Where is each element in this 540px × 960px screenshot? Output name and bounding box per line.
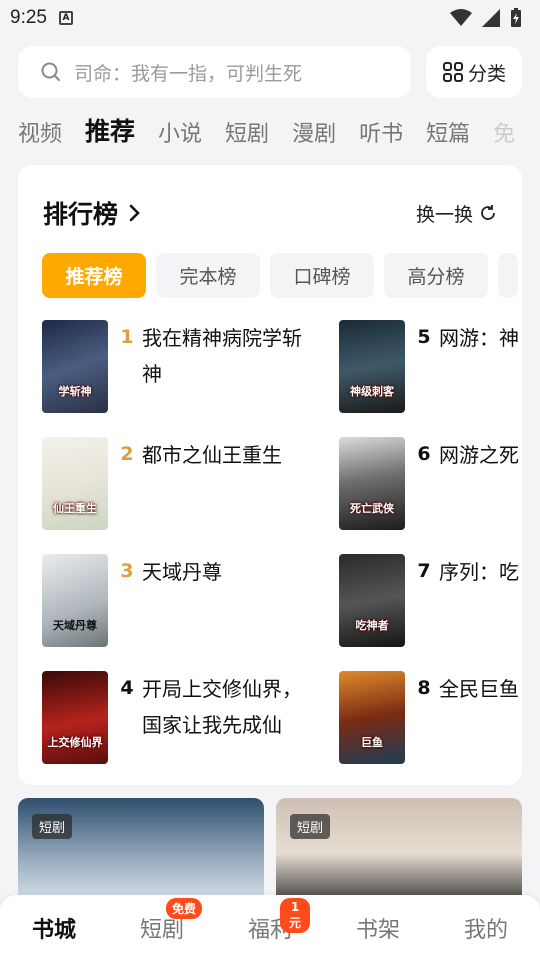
book-title: 序列：吃 xyxy=(439,560,519,584)
book-cover: 学斩神 xyxy=(42,320,108,413)
book-item[interactable]: 神级刺客 5 网游：神 xyxy=(339,320,522,413)
cover-text: 天域丹尊 xyxy=(53,619,97,632)
tab-free[interactable]: 免 xyxy=(493,116,515,154)
chip-high-score[interactable]: 高分榜 xyxy=(384,253,488,298)
book-title: 网游之死 xyxy=(439,443,519,467)
rank-number: 8 xyxy=(417,677,431,699)
notification-icon: A xyxy=(58,11,73,25)
refresh-button[interactable]: 换一换 xyxy=(416,200,497,227)
book-item[interactable]: 仙王重生 2 都市之仙王重生 xyxy=(42,437,342,530)
price-badge: 1元 xyxy=(280,897,310,933)
cover-text: 吃神者 xyxy=(355,619,389,632)
chip-more[interactable] xyxy=(498,253,518,298)
tab-novel[interactable]: 小说 xyxy=(158,116,202,154)
category-button[interactable]: 分类 xyxy=(426,46,522,98)
cover-text: 巨鱼 xyxy=(361,736,383,749)
book-item[interactable]: 死亡武侠 6 网游之死 xyxy=(339,437,522,530)
status-bar: 9:25 A xyxy=(0,0,540,36)
status-time: 9:25 xyxy=(10,7,47,28)
ranking-header: 排行榜 换一换 xyxy=(43,195,497,231)
book-cover: 吃神者 xyxy=(339,554,405,647)
cover-text: 学斩神 xyxy=(58,385,92,398)
chevron-right-icon[interactable] xyxy=(128,203,142,223)
promo-card[interactable]: 短剧 xyxy=(276,798,522,908)
cover-text: 神级刺客 xyxy=(350,385,394,398)
book-item[interactable]: 天域丹尊 3 天域丹尊 xyxy=(42,554,342,647)
nav-bookstore[interactable]: 书城 xyxy=(14,912,94,944)
nav-label: 书城 xyxy=(31,917,76,943)
chip-completed[interactable]: 完本榜 xyxy=(156,253,260,298)
search-icon xyxy=(41,62,60,81)
search-input[interactable]: 司命：我有一指，可判生死 xyxy=(18,46,411,98)
book-title: 全民巨鱼 xyxy=(439,677,519,701)
free-badge: 免费 xyxy=(166,897,202,919)
rank-number: 6 xyxy=(417,443,431,465)
book-title: 开局上交修仙界，国家让我先成仙 xyxy=(142,677,302,737)
channel-tabs: 视频 推荐 小说 短剧 漫剧 听书 短篇 免 xyxy=(18,110,540,154)
battery-icon xyxy=(511,8,521,27)
category-label: 分类 xyxy=(467,62,506,85)
book-title: 都市之仙王重生 xyxy=(142,443,282,467)
book-item[interactable]: 吃神者 7 序列：吃 xyxy=(339,554,522,647)
book-cover: 仙王重生 xyxy=(42,437,108,530)
wifi-icon xyxy=(450,9,472,26)
cover-text: 死亡武侠 xyxy=(350,502,394,515)
search-row: 司命：我有一指，可判生死 分类 xyxy=(18,46,522,98)
grid-icon xyxy=(442,62,463,82)
tab-audiobook[interactable]: 听书 xyxy=(359,116,403,154)
tab-short-story[interactable]: 短篇 xyxy=(426,116,470,154)
book-cover: 上交修仙界 xyxy=(42,671,108,764)
nav-profile[interactable]: 我的 xyxy=(446,912,526,944)
tab-recommend[interactable]: 推荐 xyxy=(85,112,135,154)
book-item[interactable]: 学斩神 1 我在精神病院学斩神 xyxy=(42,320,342,413)
cover-text: 上交修仙界 xyxy=(47,736,103,749)
signal-icon xyxy=(482,9,500,27)
promo-card[interactable]: 短剧 xyxy=(18,798,264,908)
book-title: 天域丹尊 xyxy=(142,560,222,584)
book-cover: 巨鱼 xyxy=(339,671,405,764)
tab-short-drama[interactable]: 短剧 xyxy=(225,116,269,154)
chip-reputation[interactable]: 口碑榜 xyxy=(270,253,374,298)
book-item[interactable]: 上交修仙界 4 开局上交修仙界，国家让我先成仙 xyxy=(42,671,342,764)
book-title: 我在精神病院学斩神 xyxy=(142,326,302,386)
cover-text: 仙王重生 xyxy=(53,502,97,515)
nav-short-drama[interactable]: 短剧 免费 xyxy=(122,897,202,944)
rank-number: 2 xyxy=(120,443,134,465)
bottom-nav: 书城 短剧 免费 福利 1元 书架 我的 xyxy=(0,895,540,960)
book-cover: 天域丹尊 xyxy=(42,554,108,647)
book-cover: 死亡武侠 xyxy=(339,437,405,530)
rank-number: 4 xyxy=(120,677,134,699)
refresh-icon xyxy=(481,205,495,220)
book-item[interactable]: 巨鱼 8 全民巨鱼 xyxy=(339,671,522,764)
book-cover: 神级刺客 xyxy=(339,320,405,413)
chip-recommend[interactable]: 推荐榜 xyxy=(42,253,146,298)
ranking-card: 排行榜 换一换 推荐榜 完本榜 口碑榜 高分榜 学斩神 1 我在精神病院学斩神 … xyxy=(18,165,522,785)
nav-bookshelf[interactable]: 书架 xyxy=(338,912,418,944)
nav-label: 我的 xyxy=(463,917,508,943)
nav-label: 书架 xyxy=(355,917,400,943)
promo-tag: 短剧 xyxy=(290,814,331,839)
ranking-chips: 推荐榜 完本榜 口碑榜 高分榜 xyxy=(42,253,522,298)
tab-comic-drama[interactable]: 漫剧 xyxy=(292,116,336,154)
rank-number: 3 xyxy=(120,560,134,582)
status-icons xyxy=(450,8,522,28)
tab-video[interactable]: 视频 xyxy=(18,116,62,154)
refresh-label: 换一换 xyxy=(415,203,473,226)
ranking-title[interactable]: 排行榜 xyxy=(43,195,118,231)
book-title: 网游：神 xyxy=(439,326,519,350)
rank-number: 1 xyxy=(120,326,134,348)
rank-number: 5 xyxy=(417,326,431,348)
search-placeholder: 司命：我有一指，可判生死 xyxy=(74,62,303,85)
ranking-list: 学斩神 1 我在精神病院学斩神 仙王重生 2 都市之仙王重生 天域丹尊 3 天域… xyxy=(42,320,522,770)
nav-welfare[interactable]: 福利 1元 xyxy=(230,897,310,944)
promo-tag: 短剧 xyxy=(32,814,73,839)
rank-number: 7 xyxy=(417,560,431,582)
nav-label: 短剧 xyxy=(139,917,184,943)
